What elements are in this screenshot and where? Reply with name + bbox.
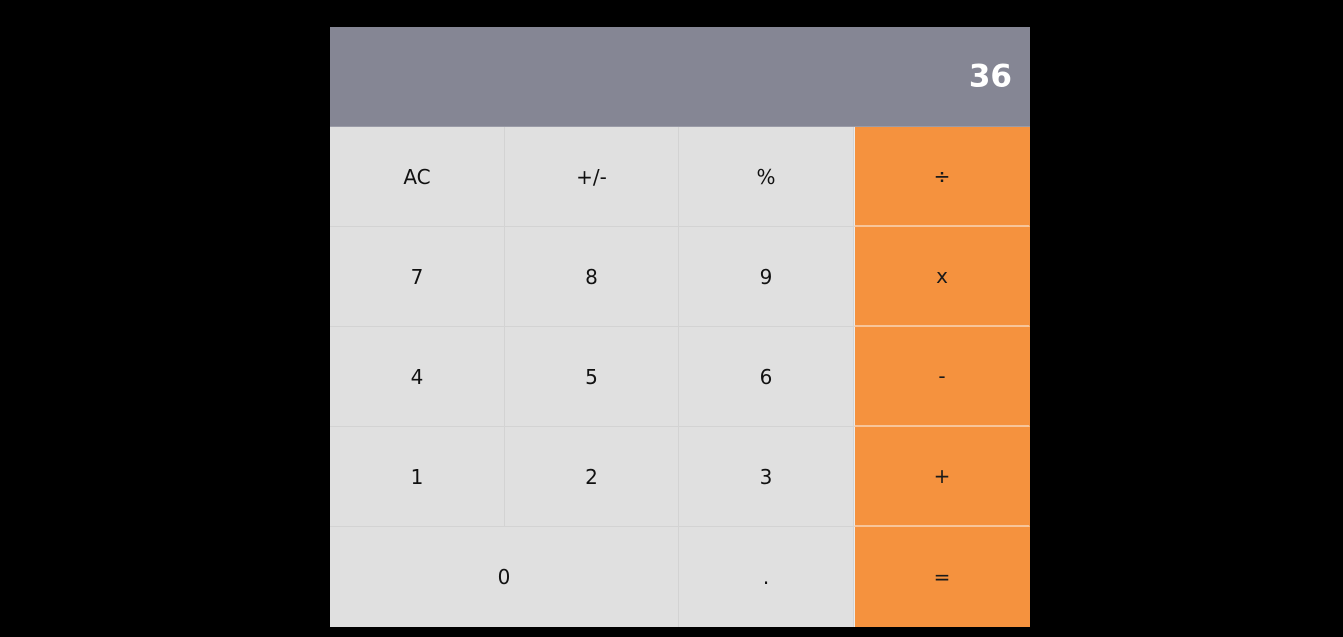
decimal-button[interactable]: .	[679, 527, 854, 627]
digit-7-button[interactable]: 7	[330, 227, 505, 327]
clear-button[interactable]: AC	[330, 127, 505, 227]
keypad: AC +/- % ÷ 7 8 9 x 4 5 6 - 1 2 3 + 0 . =	[330, 127, 1030, 627]
digit-2-button[interactable]: 2	[505, 427, 679, 527]
digit-6-button[interactable]: 6	[679, 327, 854, 427]
digit-0-button[interactable]: 0	[330, 527, 679, 627]
multiply-button[interactable]: x	[854, 227, 1030, 327]
calculator: 36 AC +/- % ÷ 7 8 9 x 4 5 6 - 1 2 3 + 0 …	[330, 27, 1030, 627]
display-value: 36	[968, 58, 1012, 94]
digit-9-button[interactable]: 9	[679, 227, 854, 327]
divide-button[interactable]: ÷	[854, 127, 1030, 227]
toggle-sign-button[interactable]: +/-	[505, 127, 679, 227]
add-button[interactable]: +	[854, 427, 1030, 527]
percent-button[interactable]: %	[679, 127, 854, 227]
digit-5-button[interactable]: 5	[505, 327, 679, 427]
digit-8-button[interactable]: 8	[505, 227, 679, 327]
digit-1-button[interactable]: 1	[330, 427, 505, 527]
subtract-button[interactable]: -	[854, 327, 1030, 427]
digit-4-button[interactable]: 4	[330, 327, 505, 427]
calculator-display: 36	[330, 27, 1030, 127]
equals-button[interactable]: =	[854, 527, 1030, 627]
digit-3-button[interactable]: 3	[679, 427, 854, 527]
